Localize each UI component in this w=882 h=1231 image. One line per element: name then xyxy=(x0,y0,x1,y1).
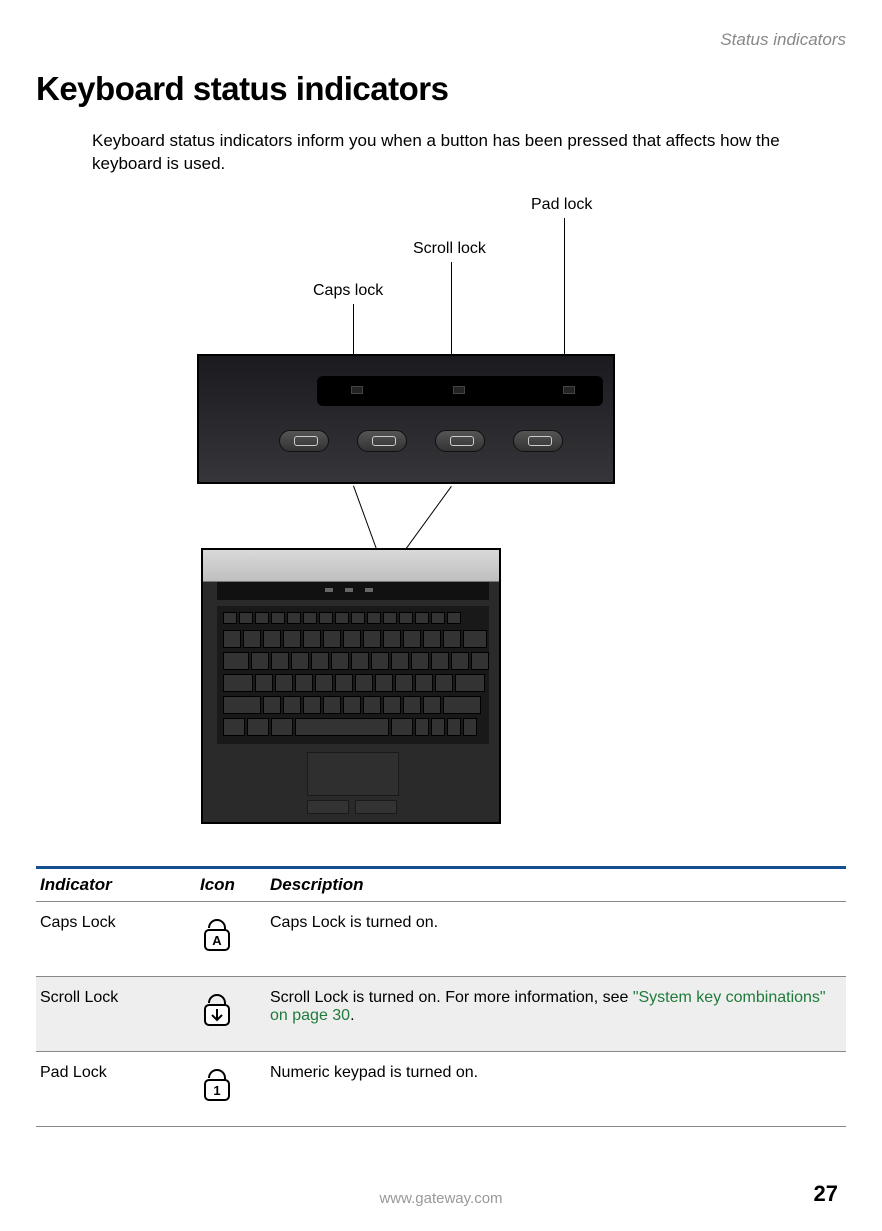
caps-lock-label: Caps lock xyxy=(313,282,383,300)
key-row xyxy=(223,718,477,736)
caps-lock-light xyxy=(351,386,363,394)
touchpad xyxy=(307,752,399,796)
hardware-button xyxy=(513,430,563,452)
cell-icon: A xyxy=(196,901,266,976)
table-header-row: Indicator Icon Description xyxy=(36,867,846,901)
pad-lock-light xyxy=(563,386,575,394)
mini-indicator xyxy=(365,588,373,592)
desc-text: . xyxy=(350,1007,354,1024)
hardware-button xyxy=(357,430,407,452)
cell-description: Caps Lock is turned on. xyxy=(266,901,846,976)
svg-text:1: 1 xyxy=(213,1083,220,1098)
laptop-hinge xyxy=(217,582,489,600)
pad-lock-icon: 1 xyxy=(200,1064,234,1104)
svg-text:A: A xyxy=(212,933,222,948)
key-row xyxy=(223,652,489,670)
page-title: Keyboard status indicators xyxy=(36,70,846,108)
caps-lock-icon: A xyxy=(200,914,234,954)
scroll-lock-light xyxy=(453,386,465,394)
cell-description: Numeric keypad is turned on. xyxy=(266,1051,846,1126)
keyboard-diagram: Pad lock Scroll lock Caps lock xyxy=(91,196,791,846)
footer-url: www.gateway.com xyxy=(379,1190,502,1207)
col-header-description: Description xyxy=(266,867,846,901)
scroll-lock-label: Scroll lock xyxy=(413,240,486,258)
cell-indicator: Scroll Lock xyxy=(36,976,196,1051)
key-row xyxy=(223,612,461,624)
table-row: Caps Lock A Caps Lock is turned on. xyxy=(36,901,846,976)
indicator-bar xyxy=(317,376,603,406)
indicator-bar-photo xyxy=(197,354,615,484)
col-header-icon: Icon xyxy=(196,867,266,901)
cell-icon: 1 xyxy=(196,1051,266,1126)
scroll-lock-leader xyxy=(451,262,452,368)
cell-icon xyxy=(196,976,266,1051)
section-header: Status indicators xyxy=(36,30,846,50)
mini-indicator xyxy=(325,588,333,592)
laptop-photo xyxy=(201,548,501,824)
document-page: Status indicators Keyboard status indica… xyxy=(0,0,882,1231)
laptop-hinge-strip xyxy=(203,550,499,582)
keyboard-area xyxy=(217,606,489,744)
cell-description: Scroll Lock is turned on. For more infor… xyxy=(266,976,846,1051)
pad-lock-leader xyxy=(564,218,565,368)
cell-indicator: Caps Lock xyxy=(36,901,196,976)
scroll-lock-icon xyxy=(200,989,234,1029)
hardware-button xyxy=(435,430,485,452)
touchpad-buttons xyxy=(307,800,397,814)
table-row: Scroll Lock Scroll Lock is turned on. Fo… xyxy=(36,976,846,1051)
page-footer: www.gateway.com 27 xyxy=(0,1190,882,1207)
col-header-indicator: Indicator xyxy=(36,867,196,901)
key-row xyxy=(223,630,487,648)
page-number: 27 xyxy=(814,1181,838,1207)
cell-indicator: Pad Lock xyxy=(36,1051,196,1126)
hardware-button xyxy=(279,430,329,452)
table-row: Pad Lock 1 Numeric keypad is turned on. xyxy=(36,1051,846,1126)
desc-text: Scroll Lock is turned on. For more infor… xyxy=(270,989,633,1006)
intro-paragraph: Keyboard status indicators inform you wh… xyxy=(92,130,846,176)
key-row xyxy=(223,674,485,692)
pad-lock-label: Pad lock xyxy=(531,196,592,214)
key-row xyxy=(223,696,481,714)
mini-indicator xyxy=(345,588,353,592)
indicators-table: Indicator Icon Description Caps Lock A C… xyxy=(36,866,846,1127)
